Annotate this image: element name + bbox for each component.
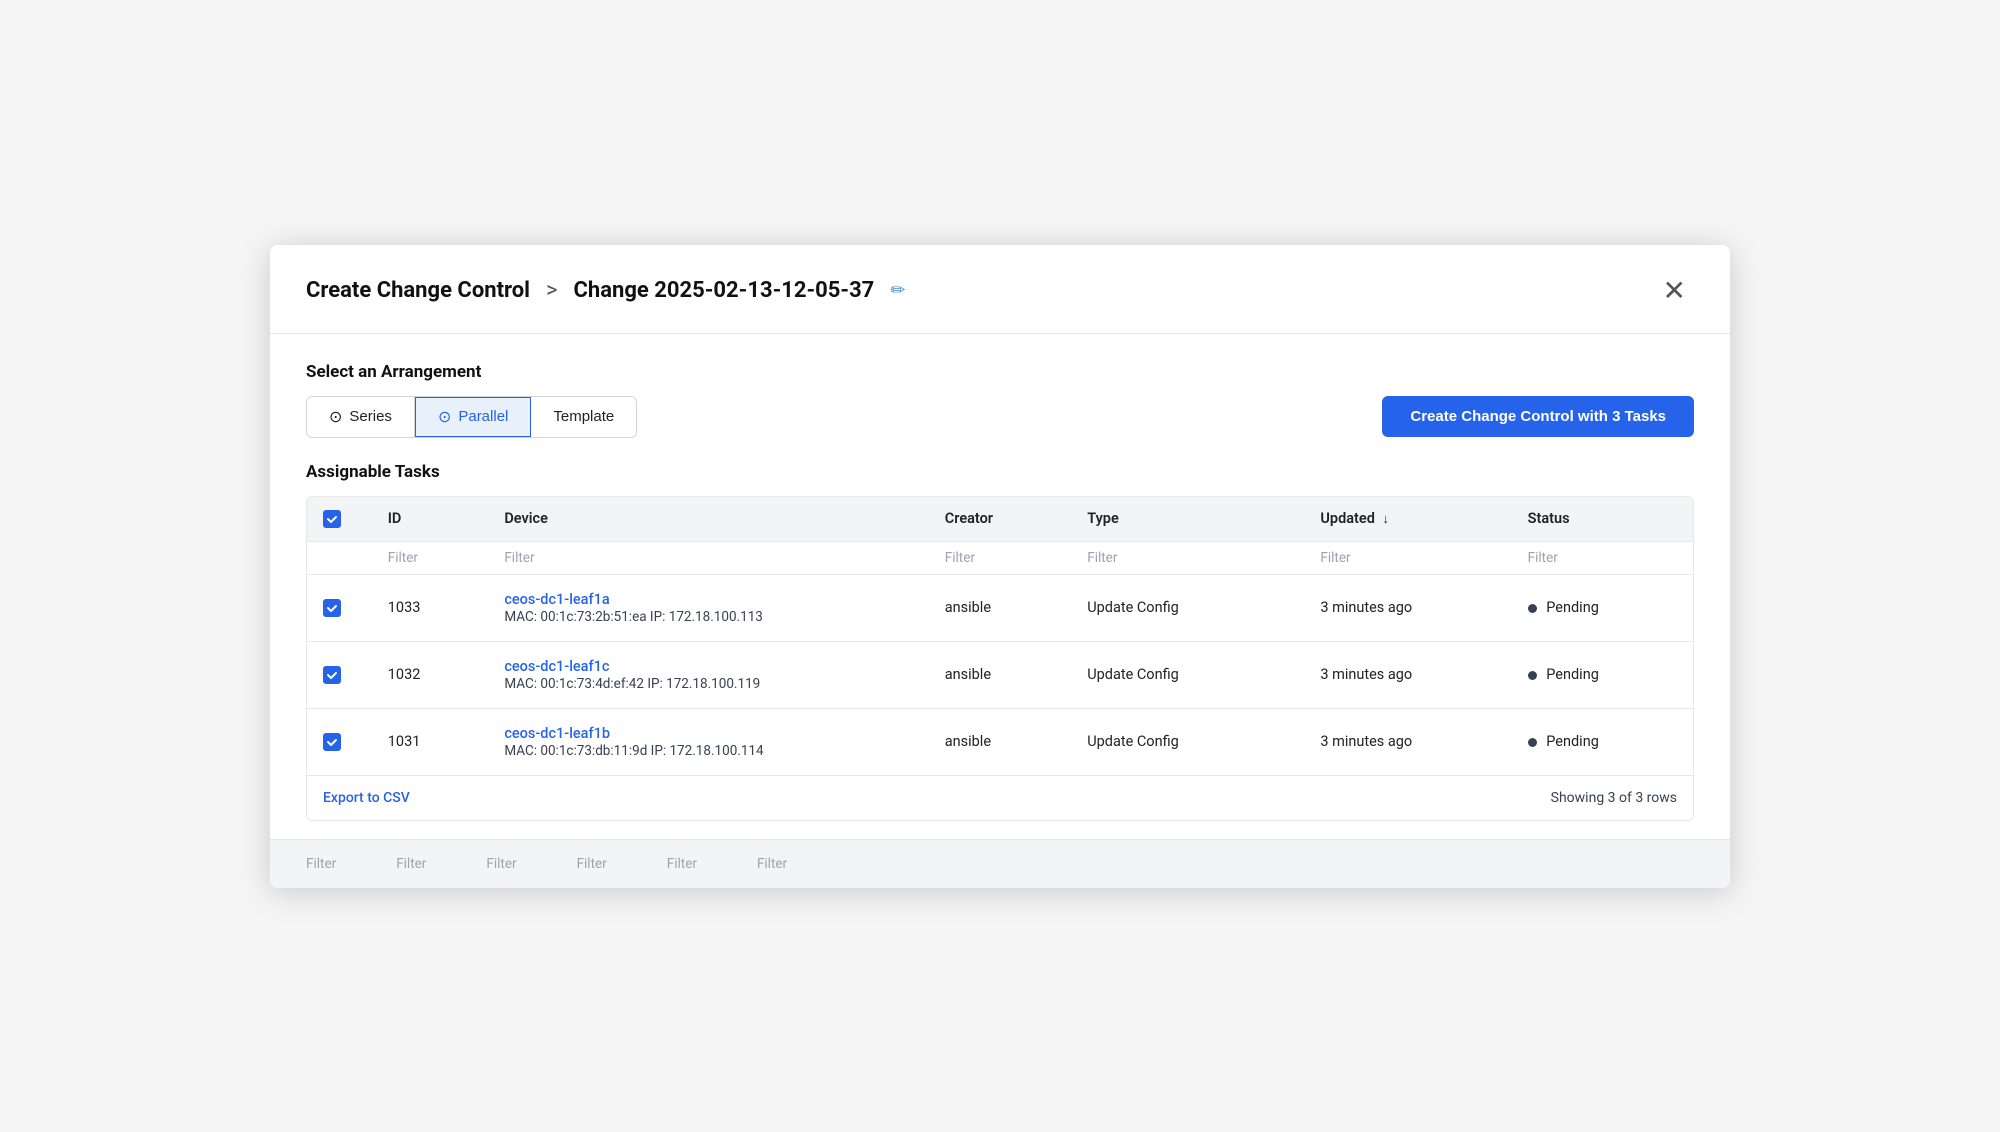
col-type-header: Type xyxy=(1071,497,1304,542)
assignable-tasks-label: Assignable Tasks xyxy=(306,462,1694,482)
row3-checkbox-cell xyxy=(307,708,372,775)
row3-updated: 3 minutes ago xyxy=(1304,708,1511,775)
col-id-header: ID xyxy=(372,497,489,542)
bottom-bar: Filter Filter Filter Filter Filter Filte… xyxy=(270,839,1730,888)
row3-status-label: Pending xyxy=(1546,733,1599,750)
row2-status: Pending xyxy=(1512,641,1693,708)
export-csv-link[interactable]: Export to CSV xyxy=(323,790,410,806)
modal: Create Change Control > Change 2025-02-1… xyxy=(270,245,1730,888)
filter-updated[interactable]: Filter xyxy=(1304,541,1511,574)
row1-type: Update Config xyxy=(1071,574,1304,641)
modal-header: Create Change Control > Change 2025-02-1… xyxy=(270,245,1730,334)
filter-status[interactable]: Filter xyxy=(1512,541,1693,574)
col-creator-header: Creator xyxy=(929,497,1071,542)
title-area: Create Change Control > Change 2025-02-1… xyxy=(306,278,905,303)
tab-series[interactable]: ⊙ Series xyxy=(307,397,415,437)
row3-status: Pending xyxy=(1512,708,1693,775)
table-row: 1031 ceos-dc1-leaf1b MAC: 00:1c:73:db:11… xyxy=(307,708,1693,775)
arrangement-row: ⊙ Series ⊙ Parallel Template Create Chan… xyxy=(306,396,1694,438)
row2-status-dot xyxy=(1528,671,1537,680)
row1-updated: 3 minutes ago xyxy=(1304,574,1511,641)
create-change-control-button[interactable]: Create Change Control with 3 Tasks xyxy=(1382,396,1694,437)
row1-device-link[interactable]: ceos-dc1-leaf1a xyxy=(504,591,912,608)
bottom-filter-1[interactable]: Filter xyxy=(306,856,336,872)
change-id: Change 2025-02-13-12-05-37 xyxy=(574,278,875,303)
select-all-checkbox[interactable] xyxy=(323,510,341,528)
bottom-filter-5[interactable]: Filter xyxy=(667,856,697,872)
row2-device: ceos-dc1-leaf1c MAC: 00:1c:73:4d:ef:42 I… xyxy=(488,641,928,708)
edit-icon[interactable]: ✏ xyxy=(890,280,905,301)
row3-device: ceos-dc1-leaf1b MAC: 00:1c:73:db:11:9d I… xyxy=(488,708,928,775)
filter-device[interactable]: Filter xyxy=(488,541,928,574)
tab-template[interactable]: Template xyxy=(531,397,636,437)
sort-icon: ↓ xyxy=(1382,511,1389,527)
row1-checkbox-cell xyxy=(307,574,372,641)
row1-creator: ansible xyxy=(929,574,1071,641)
row3-creator: ansible xyxy=(929,708,1071,775)
col-status-header: Status xyxy=(1512,497,1693,542)
tab-template-label: Template xyxy=(553,408,614,425)
arrangement-tabs: ⊙ Series ⊙ Parallel Template xyxy=(306,396,637,438)
row2-checkbox-cell xyxy=(307,641,372,708)
modal-body: Select an Arrangement ⊙ Series ⊙ Paralle… xyxy=(270,334,1730,821)
tab-parallel-label: Parallel xyxy=(458,408,508,425)
col-updated-header[interactable]: Updated ↓ xyxy=(1304,497,1511,542)
filter-row: Filter Filter Filter Filter Filter Filte… xyxy=(307,541,1693,574)
table-footer: Export to CSV Showing 3 of 3 rows xyxy=(307,775,1693,820)
table-row: 1033 ceos-dc1-leaf1a MAC: 00:1c:73:2b:51… xyxy=(307,574,1693,641)
modal-title: Create Change Control xyxy=(306,278,530,303)
row1-status-label: Pending xyxy=(1546,599,1599,616)
row1-device: ceos-dc1-leaf1a MAC: 00:1c:73:2b:51:ea I… xyxy=(488,574,928,641)
row2-device-mac: MAC: 00:1c:73:4d:ef:42 IP: 172.18.100.11… xyxy=(504,676,760,692)
filter-checkbox-col xyxy=(307,541,372,574)
table-row: 1032 ceos-dc1-leaf1c MAC: 00:1c:73:4d:ef… xyxy=(307,641,1693,708)
row2-checkbox[interactable] xyxy=(323,666,341,684)
row1-device-mac: MAC: 00:1c:73:2b:51:ea IP: 172.18.100.11… xyxy=(504,609,763,625)
col-device-header: Device xyxy=(488,497,928,542)
row1-checkbox[interactable] xyxy=(323,599,341,617)
row3-status-dot xyxy=(1528,738,1537,747)
tab-series-label: Series xyxy=(349,408,392,425)
tasks-table-wrapper: ID Device Creator Type Updated ↓ Status … xyxy=(306,496,1694,821)
bottom-filter-6[interactable]: Filter xyxy=(757,856,787,872)
row2-creator: ansible xyxy=(929,641,1071,708)
filter-creator[interactable]: Filter xyxy=(929,541,1071,574)
row2-updated: 3 minutes ago xyxy=(1304,641,1511,708)
row3-checkbox[interactable] xyxy=(323,733,341,751)
title-separator: > xyxy=(546,278,558,303)
bottom-filter-2[interactable]: Filter xyxy=(396,856,426,872)
row2-id: 1032 xyxy=(372,641,489,708)
table-header-row: ID Device Creator Type Updated ↓ Status xyxy=(307,497,1693,542)
row2-device-link[interactable]: ceos-dc1-leaf1c xyxy=(504,658,912,675)
row-count: Showing 3 of 3 rows xyxy=(1551,790,1677,806)
series-icon: ⊙ xyxy=(329,407,342,427)
filter-id[interactable]: Filter xyxy=(372,541,489,574)
arrangement-label: Select an Arrangement xyxy=(306,362,1694,382)
bottom-filter-4[interactable]: Filter xyxy=(577,856,607,872)
row1-status: Pending xyxy=(1512,574,1693,641)
col-checkbox xyxy=(307,497,372,542)
row3-id: 1031 xyxy=(372,708,489,775)
filter-type[interactable]: Filter xyxy=(1071,541,1304,574)
row3-device-mac: MAC: 00:1c:73:db:11:9d IP: 172.18.100.11… xyxy=(504,743,763,759)
bottom-filter-3[interactable]: Filter xyxy=(486,856,516,872)
close-button[interactable]: ✕ xyxy=(1655,273,1694,309)
row2-status-label: Pending xyxy=(1546,666,1599,683)
tasks-table: ID Device Creator Type Updated ↓ Status … xyxy=(307,497,1693,775)
row1-status-dot xyxy=(1528,604,1537,613)
tab-parallel[interactable]: ⊙ Parallel xyxy=(415,397,531,437)
row3-type: Update Config xyxy=(1071,708,1304,775)
row1-id: 1033 xyxy=(372,574,489,641)
row3-device-link[interactable]: ceos-dc1-leaf1b xyxy=(504,725,912,742)
row2-type: Update Config xyxy=(1071,641,1304,708)
parallel-icon: ⊙ xyxy=(438,407,451,427)
